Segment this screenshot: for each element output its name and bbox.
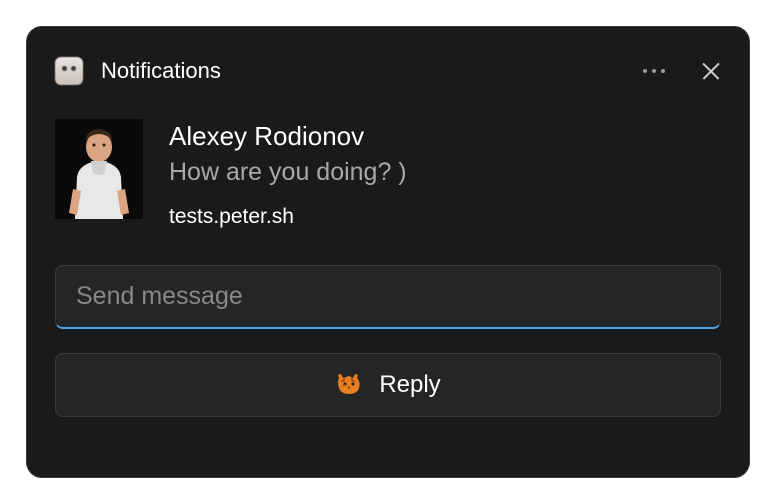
- header-actions: [639, 61, 721, 81]
- header-title: Notifications: [101, 58, 639, 84]
- source-text: tests.peter.sh: [169, 205, 407, 229]
- reply-input[interactable]: [55, 265, 721, 329]
- reply-button[interactable]: Reply: [55, 353, 721, 417]
- owl-app-icon: [55, 57, 83, 85]
- close-icon[interactable]: [701, 61, 721, 81]
- notification-content: Alexey Rodionov How are you doing? ) tes…: [169, 119, 407, 229]
- notification-toast: Notifications Alexey Rodionov H: [26, 26, 750, 478]
- message-text: How are you doing? ): [169, 158, 407, 187]
- toast-body: Alexey Rodionov How are you doing? ) tes…: [55, 119, 721, 229]
- toast-header: Notifications: [55, 51, 721, 91]
- reply-button-label: Reply: [379, 371, 440, 399]
- more-options-icon[interactable]: [639, 65, 669, 77]
- sender-name: Alexey Rodionov: [169, 121, 407, 152]
- cat-icon: [335, 372, 365, 398]
- sender-avatar: [55, 119, 143, 219]
